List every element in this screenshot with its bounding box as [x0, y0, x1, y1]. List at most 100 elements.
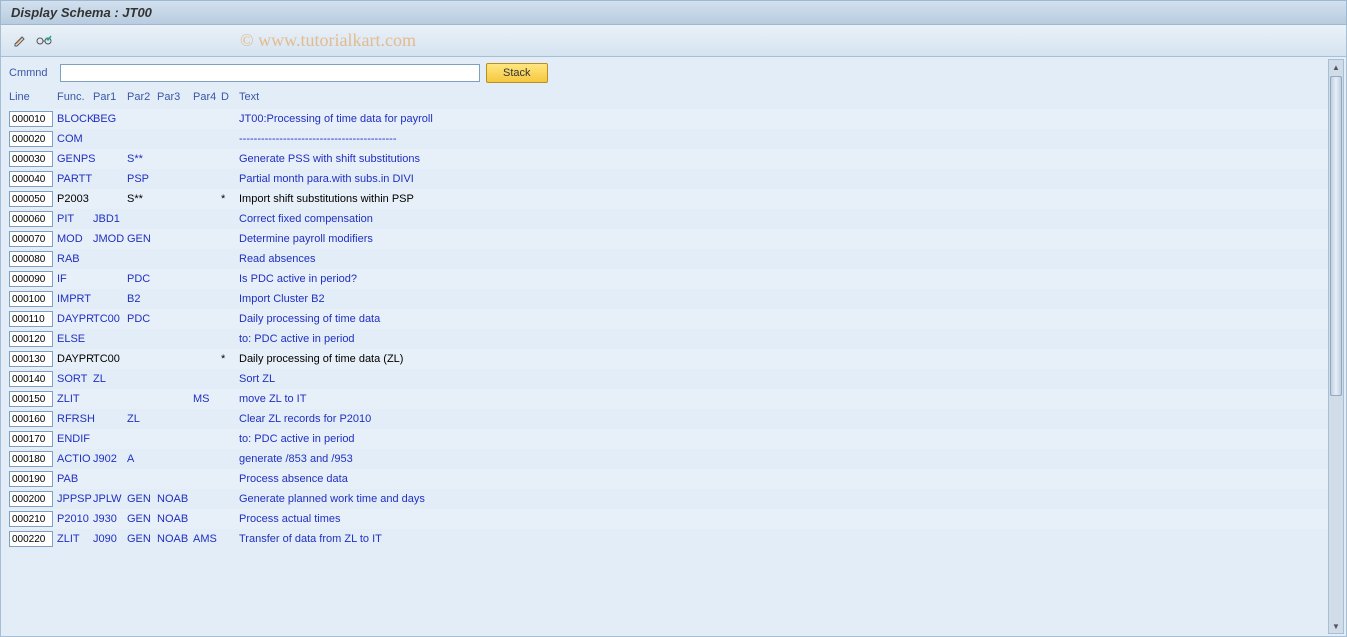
- line-cell: [9, 151, 57, 167]
- par1-cell: TC00: [93, 353, 127, 365]
- func-cell: PIT: [57, 213, 93, 225]
- text-cell: Process absence data: [239, 473, 1338, 485]
- par1-cell: JBD1: [93, 213, 127, 225]
- header-par3: Par3: [157, 91, 193, 103]
- content-area: Cmmnd Stack Line Func. Par1 Par2 Par3 Pa…: [0, 57, 1347, 637]
- line-cell: [9, 531, 57, 547]
- line-input[interactable]: [9, 311, 53, 327]
- pencil-icon[interactable]: [11, 32, 29, 50]
- line-input[interactable]: [9, 371, 53, 387]
- func-cell: ELSE: [57, 333, 93, 345]
- text-cell: generate /853 and /953: [239, 453, 1338, 465]
- d-cell: *: [221, 193, 239, 205]
- func-cell: DAYPR: [57, 313, 93, 325]
- line-input[interactable]: [9, 351, 53, 367]
- func-cell: DAYPR: [57, 353, 93, 365]
- scroll-thumb[interactable]: [1330, 76, 1342, 396]
- func-cell: P2010: [57, 513, 93, 525]
- line-cell: [9, 111, 57, 127]
- scroll-up-icon[interactable]: ▲: [1329, 60, 1343, 74]
- header-d: D: [221, 91, 239, 103]
- title-text: Display Schema : JT00: [11, 5, 152, 20]
- glasses-check-icon[interactable]: [35, 32, 53, 50]
- table-row: PITJBD1 Correct fixed compensation: [9, 209, 1338, 229]
- func-cell: JPPSP: [57, 493, 93, 505]
- line-input[interactable]: [9, 391, 53, 407]
- table-row: SORTZLSort ZL: [9, 369, 1338, 389]
- table-row: P2010J930GENNOABProcess actual times: [9, 509, 1338, 529]
- text-cell: Daily processing of time data (ZL): [239, 353, 1338, 365]
- line-input[interactable]: [9, 231, 53, 247]
- text-cell: Correct fixed compensation: [239, 213, 1338, 225]
- header-text: Text: [239, 91, 1338, 103]
- table-row: DAYPRTC00PDCDaily processing of time dat…: [9, 309, 1338, 329]
- table-row: ZLITJ090GENNOABAMSTransfer of data from …: [9, 529, 1338, 549]
- line-input[interactable]: [9, 111, 53, 127]
- line-input[interactable]: [9, 471, 53, 487]
- func-cell: COM: [57, 133, 93, 145]
- table-row: DAYPRTC00 *Daily processing of time data …: [9, 349, 1338, 369]
- text-cell: Import Cluster B2: [239, 293, 1338, 305]
- text-cell: Is PDC active in period?: [239, 273, 1338, 285]
- table-row: PARTT PSP Partial month para.with subs.in …: [9, 169, 1338, 189]
- par2-cell: B2: [127, 293, 157, 305]
- text-cell: Determine payroll modifiers: [239, 233, 1338, 245]
- toolbar: [0, 25, 1347, 57]
- par2-cell: PSP: [127, 173, 157, 185]
- line-input[interactable]: [9, 251, 53, 267]
- line-input[interactable]: [9, 291, 53, 307]
- par1-cell: J090: [93, 533, 127, 545]
- line-input[interactable]: [9, 131, 53, 147]
- par2-cell: A: [127, 453, 157, 465]
- line-input[interactable]: [9, 491, 53, 507]
- line-cell: [9, 511, 57, 527]
- line-input[interactable]: [9, 431, 53, 447]
- line-input[interactable]: [9, 271, 53, 287]
- stack-button[interactable]: Stack: [486, 63, 548, 83]
- line-input[interactable]: [9, 171, 53, 187]
- table-row: ACTIOJ902Agenerate /853 and /953: [9, 449, 1338, 469]
- func-cell: IMPRT: [57, 293, 93, 305]
- text-cell: Generate planned work time and days: [239, 493, 1338, 505]
- par3-cell: NOAB: [157, 513, 193, 525]
- line-input[interactable]: [9, 531, 53, 547]
- header-par2: Par2: [127, 91, 157, 103]
- func-cell: ACTIO: [57, 453, 93, 465]
- vertical-scrollbar[interactable]: ▲ ▼: [1328, 59, 1344, 634]
- header-par1: Par1: [93, 91, 127, 103]
- table-row: GENPSS**Generate PSS with shift substitu…: [9, 149, 1338, 169]
- func-cell: ZLIT: [57, 533, 93, 545]
- par2-cell: ZL: [127, 413, 157, 425]
- line-input[interactable]: [9, 211, 53, 227]
- func-cell: GENPS: [57, 153, 93, 165]
- line-cell: [9, 491, 57, 507]
- scroll-down-icon[interactable]: ▼: [1329, 619, 1343, 633]
- text-cell: Sort ZL: [239, 373, 1338, 385]
- par2-cell: S**: [127, 193, 157, 205]
- par2-cell: GEN: [127, 513, 157, 525]
- table-row: P2003S***Import shift substitutions with…: [9, 189, 1338, 209]
- line-cell: [9, 131, 57, 147]
- line-input[interactable]: [9, 151, 53, 167]
- line-input[interactable]: [9, 411, 53, 427]
- line-input[interactable]: [9, 451, 53, 467]
- line-input[interactable]: [9, 511, 53, 527]
- table-row: JPPSPJPLWGENNOABGenerate planned work ti…: [9, 489, 1338, 509]
- line-cell: [9, 431, 57, 447]
- table-row: MODJMODGENDetermine payroll modifiers: [9, 229, 1338, 249]
- par1-cell: ZL: [93, 373, 127, 385]
- d-cell: *: [221, 353, 239, 365]
- line-input[interactable]: [9, 331, 53, 347]
- par1-cell: TC00: [93, 313, 127, 325]
- par2-cell: S**: [127, 153, 157, 165]
- text-cell: to: PDC active in period: [239, 433, 1338, 445]
- func-cell: ZLIT: [57, 393, 93, 405]
- table-row: ENDIFto: PDC active in period: [9, 429, 1338, 449]
- table-row: IMPRT B2 Import Cluster B2: [9, 289, 1338, 309]
- line-input[interactable]: [9, 191, 53, 207]
- text-cell: Partial month para.with subs.in DIVI: [239, 173, 1338, 185]
- command-input[interactable]: [60, 64, 480, 82]
- func-cell: PARTT: [57, 173, 93, 185]
- table-row: ELSEto: PDC active in period: [9, 329, 1338, 349]
- text-cell: Transfer of data from ZL to IT: [239, 533, 1338, 545]
